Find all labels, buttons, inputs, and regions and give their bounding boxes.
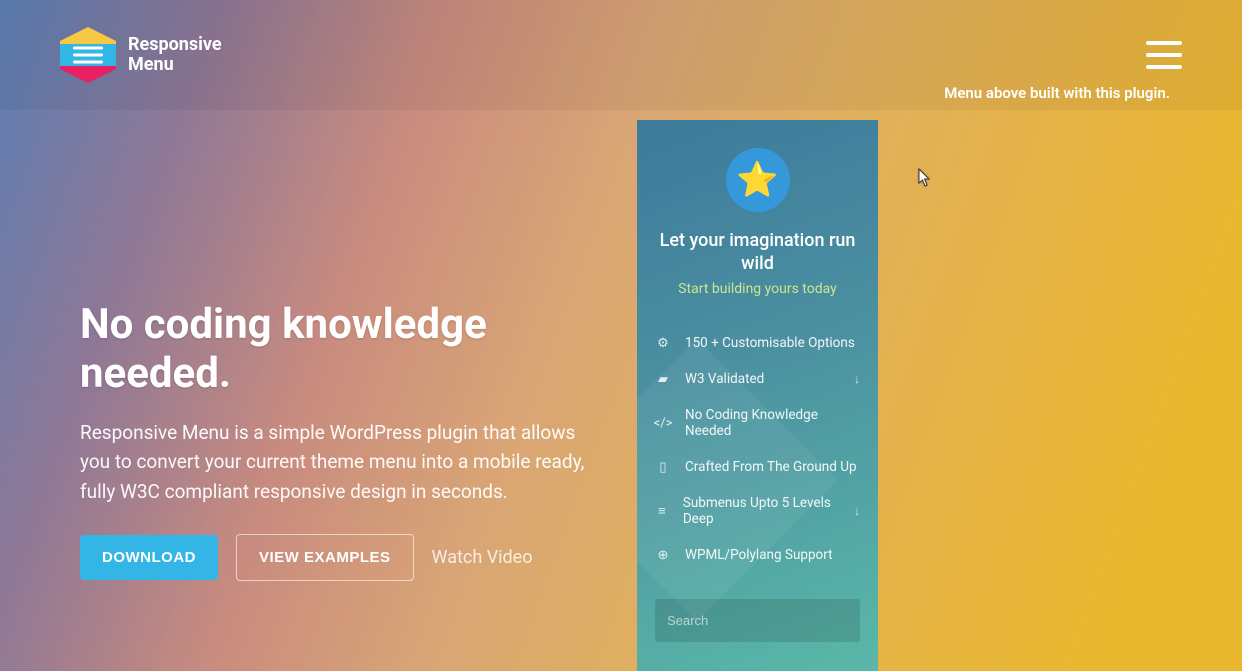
header-tagline: Menu above built with this plugin. — [944, 84, 1170, 102]
star-icon: ⭐ — [726, 148, 790, 212]
logo-icon — [60, 27, 116, 83]
hero-section: No coding knowledge needed. Responsive M… — [80, 300, 600, 581]
list-icon: ≡ — [655, 503, 669, 519]
drawer-title: Let your imagination run wild — [655, 230, 860, 275]
drawer-search — [655, 599, 860, 642]
demo-menu-drawer: ⭐ Let your imagination run wild Start bu… — [637, 120, 878, 671]
hamburger-menu-icon[interactable] — [1146, 41, 1182, 69]
building-icon: ▯ — [655, 460, 671, 475]
drawer-item-submenus[interactable]: ≡ Submenus Upto 5 Levels Deep ↓ — [655, 485, 860, 537]
brand-logo[interactable]: Responsive Menu — [60, 27, 222, 83]
code-icon: </> — [655, 416, 671, 431]
brand-text: Responsive Menu — [128, 35, 222, 75]
globe-icon: ⊕ — [655, 548, 671, 563]
search-input[interactable] — [655, 599, 860, 642]
drawer-subtitle: Start building yours today — [655, 281, 860, 297]
sliders-icon: ⚙ — [655, 336, 671, 351]
drawer-feature-list: ⚙ 150 + Customisable Options ▰ W3 Valida… — [655, 325, 860, 573]
drawer-item-wpml[interactable]: ⊕ WPML/Polylang Support — [655, 537, 860, 573]
drawer-item-w3[interactable]: ▰ W3 Validated ↓ — [655, 361, 860, 397]
css3-icon: ▰ — [655, 372, 671, 387]
chevron-down-icon: ↓ — [854, 504, 860, 518]
view-examples-button[interactable]: VIEW EXAMPLES — [236, 534, 414, 581]
download-button[interactable]: DOWNLOAD — [80, 535, 218, 580]
hero-title: No coding knowledge needed. — [80, 300, 600, 398]
drawer-item-nocode[interactable]: </> No Coding Knowledge Needed — [655, 397, 860, 449]
drawer-item-customisable[interactable]: ⚙ 150 + Customisable Options — [655, 325, 860, 361]
hero-buttons: DOWNLOAD VIEW EXAMPLES Watch Video — [80, 534, 600, 581]
watch-video-link[interactable]: Watch Video — [432, 547, 533, 568]
hero-description: Responsive Menu is a simple WordPress pl… — [80, 418, 600, 506]
chevron-down-icon: ↓ — [854, 372, 860, 386]
mouse-cursor-icon — [918, 168, 932, 188]
drawer-item-crafted[interactable]: ▯ Crafted From The Ground Up — [655, 449, 860, 485]
